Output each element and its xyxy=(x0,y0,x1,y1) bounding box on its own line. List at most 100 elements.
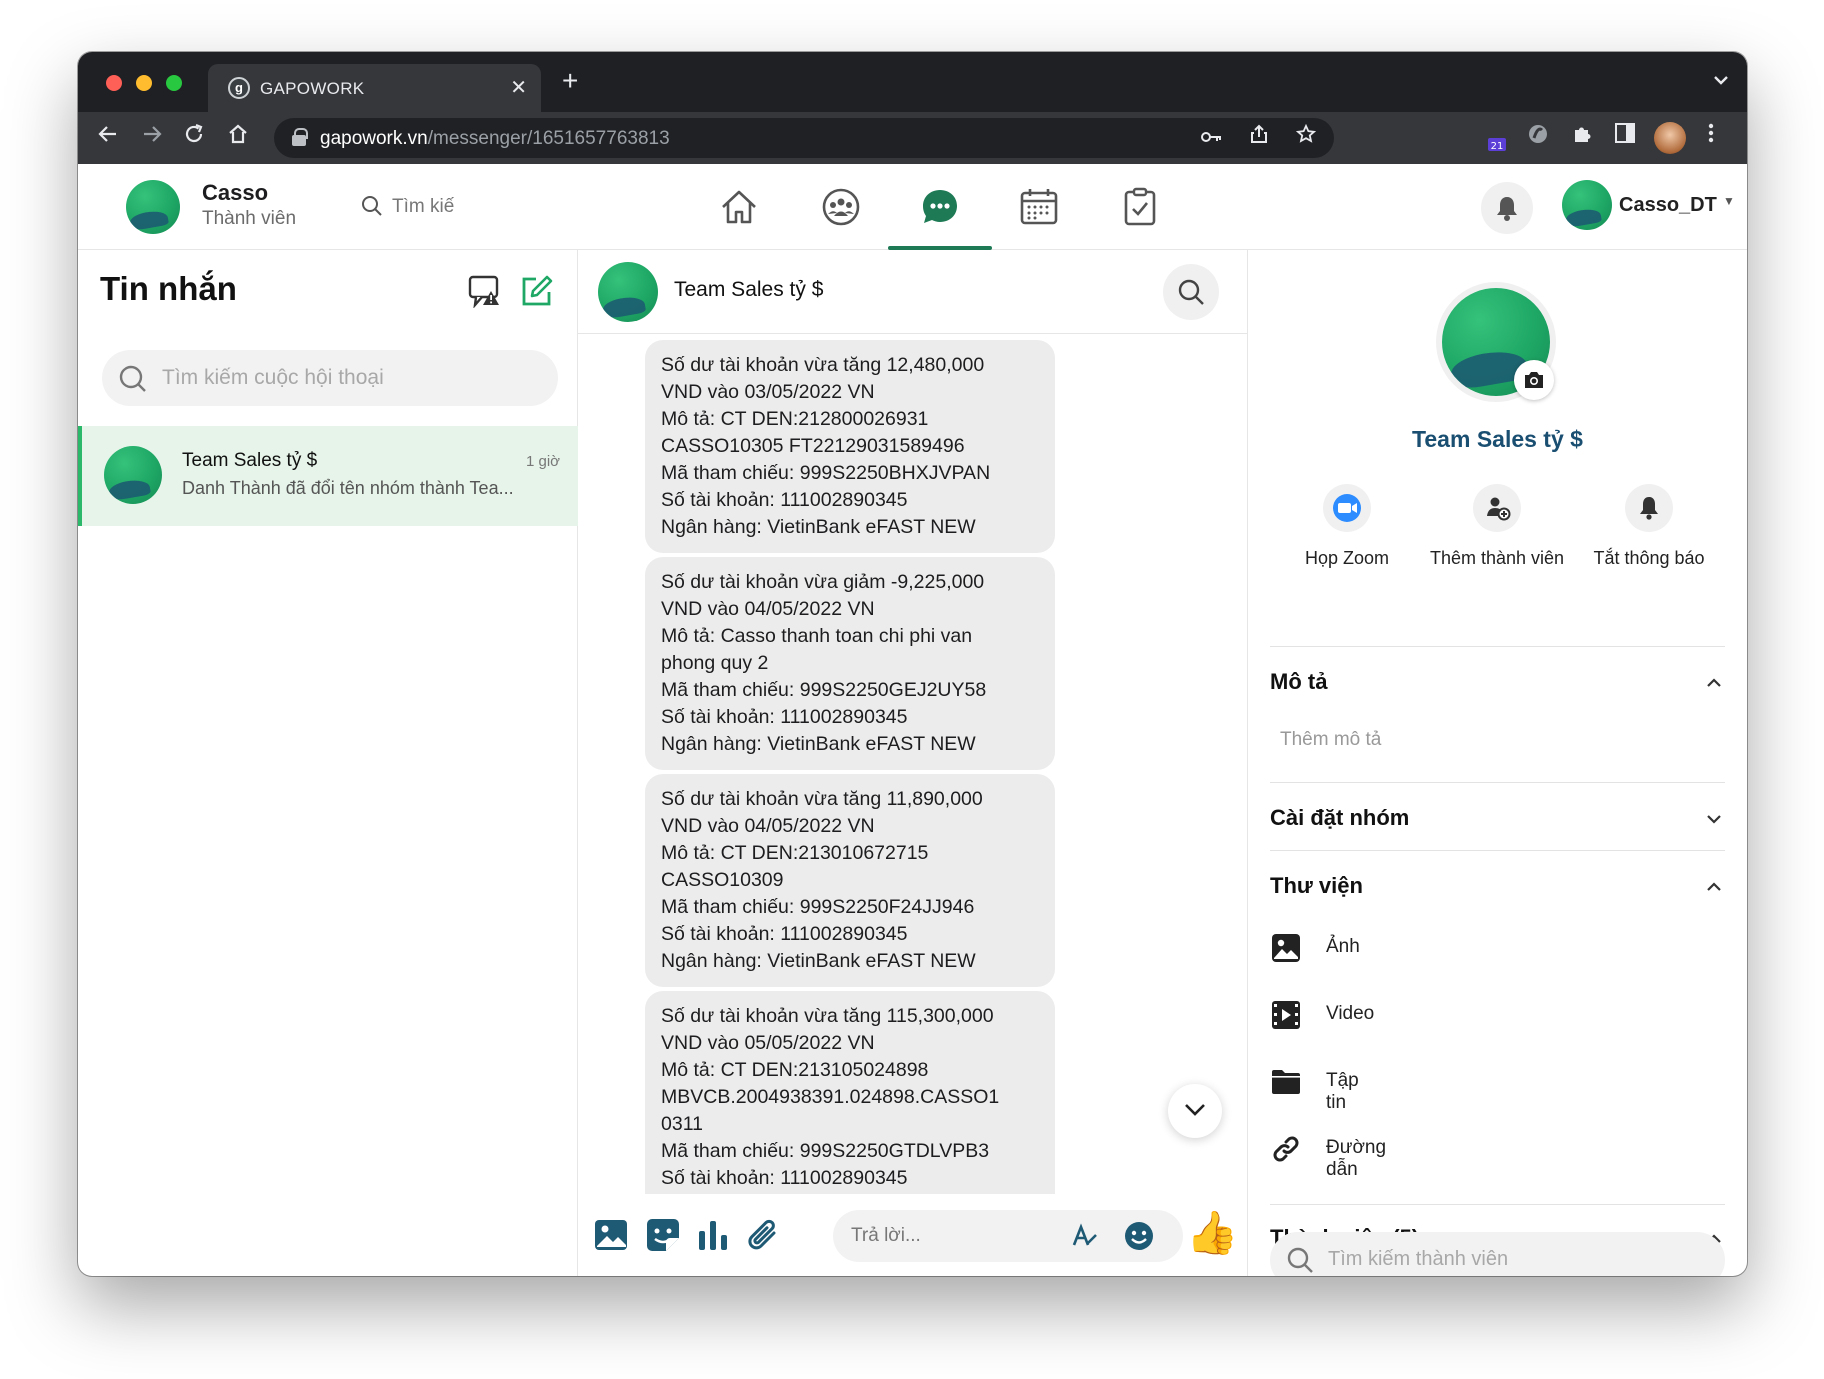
browser-tab[interactable]: g GAPOWORK ✕ xyxy=(208,64,541,112)
attachment-icon[interactable] xyxy=(744,1216,782,1254)
new-tab-button[interactable]: + xyxy=(562,66,578,96)
chevron-up-icon[interactable] xyxy=(1707,675,1721,689)
extension-calendar-icon[interactable]: 21 xyxy=(1486,122,1508,152)
tab-close-icon[interactable]: ✕ xyxy=(510,75,527,100)
minimize-window-button[interactable] xyxy=(136,75,152,91)
conversation-preview: Danh Thành đã đổi tên nhóm thành Tea... xyxy=(182,478,514,498)
tab-search-chevron-icon[interactable] xyxy=(1713,70,1729,91)
mute-notifications-action[interactable]: Tắt thông báo xyxy=(1574,484,1724,569)
library-title[interactable]: Thư viện xyxy=(1270,873,1363,899)
poll-chart-icon[interactable] xyxy=(694,1216,732,1254)
lock-icon xyxy=(292,128,308,146)
share-icon[interactable] xyxy=(1250,124,1274,149)
favicon-icon: g xyxy=(228,77,250,99)
search-icon xyxy=(119,365,146,392)
global-search-input[interactable]: Tìm kiế xyxy=(354,188,484,224)
message-bubble[interactable]: Số dư tài khoản vừa tăng 11,890,000 VND v… xyxy=(645,774,1055,987)
compose-message-icon[interactable] xyxy=(520,274,554,308)
home-browser-icon[interactable] xyxy=(226,122,250,154)
reply-input[interactable]: Trả lời... xyxy=(833,1210,1183,1262)
maximize-window-button[interactable] xyxy=(166,75,182,91)
side-panel-icon[interactable] xyxy=(1614,122,1636,152)
browser-window: g GAPOWORK ✕ + gapowork.vn/messenger/165… xyxy=(78,52,1747,1276)
photo-icon xyxy=(1272,934,1300,962)
zoom-meeting-action[interactable]: Họp Zoom xyxy=(1272,484,1422,569)
org-avatar[interactable] xyxy=(126,180,180,234)
org-role: Thành viên xyxy=(202,208,297,229)
zoom-icon xyxy=(1333,494,1361,522)
bookmark-star-icon[interactable] xyxy=(1295,123,1317,149)
description-title[interactable]: Mô tả xyxy=(1270,669,1327,695)
image-upload-icon[interactable] xyxy=(592,1216,630,1254)
svg-text:21: 21 xyxy=(1491,141,1504,152)
close-window-button[interactable] xyxy=(106,75,122,91)
chat-header: Team Sales tỷ $ xyxy=(578,250,1247,334)
org-name[interactable]: Casso xyxy=(202,180,268,206)
back-icon[interactable] xyxy=(96,122,120,154)
conversation-item[interactable]: Team Sales tỷ $ 1 giờ Danh Thành đã đổi … xyxy=(78,426,578,526)
report-chat-icon[interactable] xyxy=(468,274,502,309)
group-details-panel: Team Sales tỷ $ Họp Zoom Thêm thành viên… xyxy=(1248,250,1747,1276)
forward-icon[interactable] xyxy=(140,122,164,154)
browser-menu-icon[interactable] xyxy=(1708,122,1714,152)
extensions-puzzle-icon[interactable] xyxy=(1570,122,1594,154)
nav-group-icon[interactable] xyxy=(814,180,868,234)
chat-avatar[interactable] xyxy=(598,262,658,322)
conversation-list-panel: Tin nhắn Tìm kiếm cuộc hội thoại Team Sa… xyxy=(78,250,578,1276)
url-text: gapowork.vn/messenger/1651657763813 xyxy=(320,128,670,149)
chevron-down-icon[interactable] xyxy=(1707,811,1721,825)
address-bar[interactable]: gapowork.vn/messenger/1651657763813 xyxy=(274,118,1334,158)
conversation-search-input[interactable]: Tìm kiếm cuộc hội thoại xyxy=(102,350,558,406)
chat-search-button[interactable] xyxy=(1163,264,1219,320)
chevron-down-icon xyxy=(1185,1104,1205,1116)
nav-chat-icon[interactable] xyxy=(913,180,967,234)
like-button[interactable]: 👍 xyxy=(1186,1208,1238,1258)
emoji-icon[interactable] xyxy=(1123,1220,1155,1252)
browser-toolbar: gapowork.vn/messenger/1651657763813 21 xyxy=(78,112,1747,164)
user-name[interactable]: Casso_DT xyxy=(1619,194,1717,217)
conversation-avatar xyxy=(104,446,162,504)
group-avatar-wrap xyxy=(1442,288,1554,400)
bell-icon xyxy=(1640,497,1658,520)
app-header: Casso Thành viên Tìm kiế Casso_DT ▼ xyxy=(78,164,1747,250)
extension-s-icon[interactable] xyxy=(1526,122,1550,154)
message-bubble[interactable]: Số dư tài khoản vừa tăng 12,480,000 VND v… xyxy=(645,340,1055,553)
sticker-icon[interactable] xyxy=(644,1216,682,1254)
messages-title: Tin nhắn xyxy=(100,270,237,307)
message-bubble[interactable]: Số dư tài khoản vừa tăng 115,300,000 VND … xyxy=(645,991,1055,1194)
video-icon xyxy=(1272,1001,1300,1029)
conversation-time: 1 giờ xyxy=(525,453,560,470)
message-list[interactable]: Số dư tài khoản vừa tăng 12,480,000 VND v… xyxy=(578,334,1247,1194)
key-icon[interactable] xyxy=(1200,127,1229,149)
message-bubble[interactable]: Số dư tài khoản vừa giảm -9,225,000 VND v… xyxy=(645,557,1055,770)
description-section: Mô tả Thêm mô tả xyxy=(1270,646,1725,782)
nav-task-icon[interactable] xyxy=(1113,180,1167,234)
add-member-action[interactable]: Thêm thành viên xyxy=(1422,484,1572,569)
chevron-up-icon[interactable] xyxy=(1707,879,1721,893)
camera-icon xyxy=(1525,372,1543,388)
search-icon xyxy=(1178,279,1204,305)
conversation-name: Team Sales tỷ $ xyxy=(182,450,318,471)
change-photo-button[interactable] xyxy=(1514,360,1554,400)
group-settings-title[interactable]: Cài đặt nhóm xyxy=(1270,805,1409,831)
user-avatar[interactable] xyxy=(1562,180,1612,230)
chat-title[interactable]: Team Sales tỷ $ xyxy=(674,278,823,302)
tab-title: GAPOWORK xyxy=(260,79,365,98)
search-icon xyxy=(362,196,382,216)
add-member-icon xyxy=(1487,497,1511,521)
search-icon xyxy=(1287,1247,1313,1273)
profile-avatar[interactable] xyxy=(1654,122,1686,154)
nav-home-icon[interactable] xyxy=(712,180,766,234)
scroll-to-bottom-button[interactable] xyxy=(1168,1084,1222,1138)
notifications-button[interactable] xyxy=(1481,182,1533,234)
user-menu-caret-icon[interactable]: ▼ xyxy=(1723,194,1735,208)
reload-icon[interactable] xyxy=(182,122,206,154)
link-icon xyxy=(1273,1136,1299,1162)
text-format-icon[interactable] xyxy=(1071,1222,1099,1250)
folder-icon xyxy=(1272,1070,1300,1094)
member-search-input[interactable]: Tìm kiếm thành viên xyxy=(1270,1232,1725,1276)
nav-calendar-icon[interactable] xyxy=(1012,180,1066,234)
chat-panel: Team Sales tỷ $ Số dư tài khoản vừa tăng… xyxy=(578,250,1248,1276)
message-composer: Trả lời... 👍 xyxy=(578,1194,1247,1276)
description-input[interactable]: Thêm mô tả xyxy=(1280,729,1381,751)
